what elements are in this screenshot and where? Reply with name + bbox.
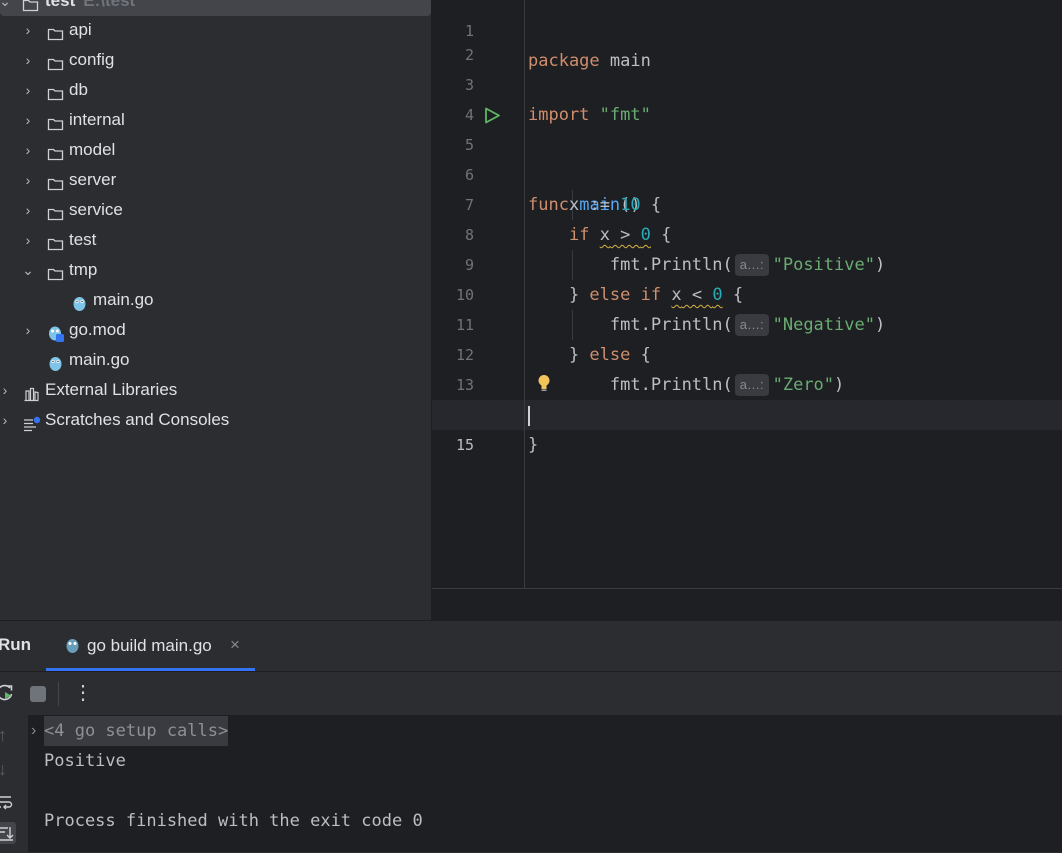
folder-icon xyxy=(22,0,39,12)
chevron-right-icon[interactable]: › xyxy=(21,165,35,195)
tree-item-label: db xyxy=(69,80,88,99)
chevron-down-icon[interactable]: ⌄ xyxy=(0,0,12,16)
tree-root-path: E:\test xyxy=(83,0,136,10)
folder-icon xyxy=(47,52,64,71)
tree-item-tmp[interactable]: ⌄ tmp xyxy=(0,255,431,285)
tree-item-main-go[interactable]: main.go xyxy=(0,345,431,375)
tree-item-external-libraries[interactable]: › External Libraries xyxy=(0,375,431,405)
code-line-3[interactable]: 3 import "fmt" xyxy=(432,40,1062,125)
chevron-right-icon[interactable]: › xyxy=(21,45,35,75)
soft-wrap-icon[interactable] xyxy=(0,793,14,816)
chevron-right-icon[interactable]: › xyxy=(21,225,35,255)
scratches-icon xyxy=(23,412,41,432)
tree-item-internal[interactable]: › internal xyxy=(0,105,431,135)
chevron-right-icon[interactable]: › xyxy=(21,75,35,105)
tree-item-api[interactable]: › api xyxy=(0,15,431,45)
chevron-right-icon[interactable]: › xyxy=(21,135,35,165)
tree-item-label: External Libraries xyxy=(45,380,178,399)
arrow-up-icon[interactable]: ↑ xyxy=(0,725,7,746)
libraries-icon xyxy=(23,382,40,402)
text-caret xyxy=(528,406,530,426)
code-line-2[interactable]: 2 xyxy=(432,10,1062,64)
folder-icon xyxy=(47,22,64,41)
run-tab[interactable]: go build main.go × xyxy=(46,621,255,671)
folder-icon xyxy=(47,202,64,221)
folder-icon xyxy=(47,142,64,161)
lightbulb-icon[interactable] xyxy=(537,372,551,402)
run-toolbar: ⋮ xyxy=(0,671,1062,716)
tree-item-tmp-main-go[interactable]: main.go xyxy=(0,285,431,315)
code-line-10[interactable]: 10 fmt.Println(a…: "Negative") xyxy=(432,250,1062,336)
code-line-6[interactable]: 6 x := 10 xyxy=(432,130,1062,215)
code-line-9[interactable]: 9 } else if x < 0 { xyxy=(432,220,1062,305)
stop-icon[interactable] xyxy=(30,686,46,702)
code-line-13[interactable]: 13 } xyxy=(432,340,1062,425)
chevron-right-icon[interactable]: › xyxy=(0,375,12,405)
go-gopher-icon xyxy=(64,637,81,660)
tree-item-label: Scratches and Consoles xyxy=(45,410,230,429)
close-icon[interactable]: × xyxy=(230,635,240,655)
folder-icon xyxy=(47,82,64,101)
run-header: Run go build main.go × xyxy=(0,621,1062,671)
code-line-7[interactable]: 7 if x > 0 { xyxy=(432,160,1062,245)
run-tool-title: Run xyxy=(0,635,32,654)
tree-item-label: main.go xyxy=(69,350,130,369)
tree-item-server[interactable]: › server xyxy=(0,165,431,195)
more-options-icon[interactable]: ⋮ xyxy=(73,680,93,705)
code-line-12[interactable]: 12 fmt.Println(a…: "Zero") xyxy=(432,310,1062,396)
tree-item-db[interactable]: › db xyxy=(0,75,431,105)
chevron-right-icon[interactable]: › xyxy=(0,405,12,435)
tree-item-test[interactable]: › test xyxy=(0,225,431,255)
arrow-down-icon[interactable]: ↓ xyxy=(0,759,7,780)
folder-icon xyxy=(47,172,64,191)
folder-icon xyxy=(47,112,64,131)
tree-item-label: test xyxy=(69,230,97,249)
code-line-5[interactable]: 5 func main() { xyxy=(432,100,1062,215)
gutter-separator xyxy=(524,0,525,590)
toolbar-divider xyxy=(58,682,59,706)
code-line-8[interactable]: 8 fmt.Println(a…: "Positive") xyxy=(432,190,1062,276)
folder-icon xyxy=(47,262,64,281)
tree-item-go-mod[interactable]: › go.mod xyxy=(0,315,431,345)
code-line-14[interactable]: 14 } xyxy=(432,370,1062,455)
code-line-15[interactable]: 15 xyxy=(432,400,1062,454)
console-setup-calls[interactable]: <4 go setup calls> xyxy=(44,716,229,746)
tree-item-label: model xyxy=(69,140,116,159)
chevron-right-icon[interactable]: › xyxy=(21,195,35,225)
folder-icon xyxy=(47,232,64,251)
go-gopher-icon xyxy=(47,352,64,371)
tree-item-model[interactable]: › model xyxy=(0,135,431,165)
console-side-toolbar: ↑ ↓ xyxy=(0,715,28,852)
scroll-to-end-icon[interactable] xyxy=(0,822,16,844)
tree-item-label: tmp xyxy=(69,260,98,279)
editor-status-strip xyxy=(432,588,1062,621)
code-line-4[interactable]: 4 xyxy=(432,70,1062,124)
go-gopher-icon xyxy=(71,292,88,311)
tree-root-row[interactable]: ⌄ test E:\test xyxy=(0,0,431,16)
chevron-right-icon[interactable]: › xyxy=(31,716,36,746)
tree-item-label: service xyxy=(69,200,123,219)
tree-item-label: internal xyxy=(69,110,125,129)
tree-root-label: test xyxy=(45,0,76,10)
chevron-right-icon[interactable]: › xyxy=(21,315,35,345)
chevron-down-icon[interactable]: ⌄ xyxy=(21,255,35,285)
chevron-right-icon[interactable]: › xyxy=(21,105,35,135)
tree-item-label: api xyxy=(69,20,92,39)
tree-item-label: server xyxy=(69,170,117,189)
console-output-line: Positive xyxy=(44,751,126,771)
rerun-icon[interactable] xyxy=(0,683,16,708)
project-tool-window: ⌄ test E:\test › api › config › db › inte… xyxy=(0,0,431,620)
chevron-right-icon[interactable]: › xyxy=(21,15,35,45)
tree-item-config[interactable]: › config xyxy=(0,45,431,75)
run-tab-label: go build main.go xyxy=(87,636,212,655)
console-exit-line: Process finished with the exit code 0 xyxy=(44,811,423,831)
tree-item-service[interactable]: › service xyxy=(0,195,431,225)
tree-item-scratches[interactable]: › Scratches and Consoles xyxy=(0,405,431,435)
tree-item-label: main.go xyxy=(93,290,154,309)
code-line-11[interactable]: 11 } else { xyxy=(432,280,1062,365)
tree-item-label: go.mod xyxy=(69,320,126,339)
line-number: 15 xyxy=(455,436,474,454)
go-mod-icon xyxy=(47,322,64,342)
tree-item-label: config xyxy=(69,50,115,69)
